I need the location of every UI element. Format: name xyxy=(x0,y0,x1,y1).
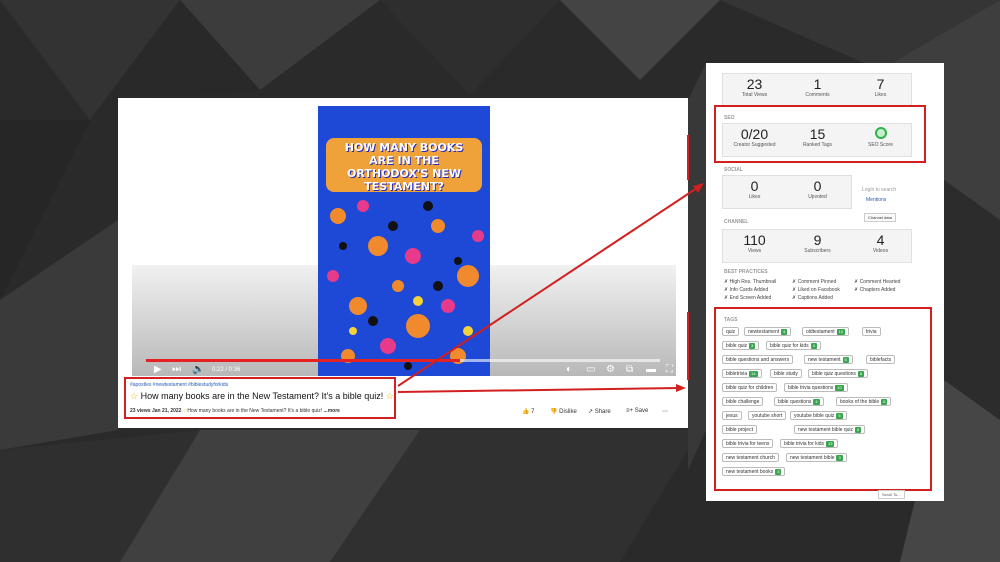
annotation-arrows xyxy=(397,135,704,393)
arrowhead xyxy=(676,384,686,392)
arrow-to-seo xyxy=(397,185,701,387)
arrow-to-tags xyxy=(397,387,681,393)
arrowhead xyxy=(693,183,704,193)
